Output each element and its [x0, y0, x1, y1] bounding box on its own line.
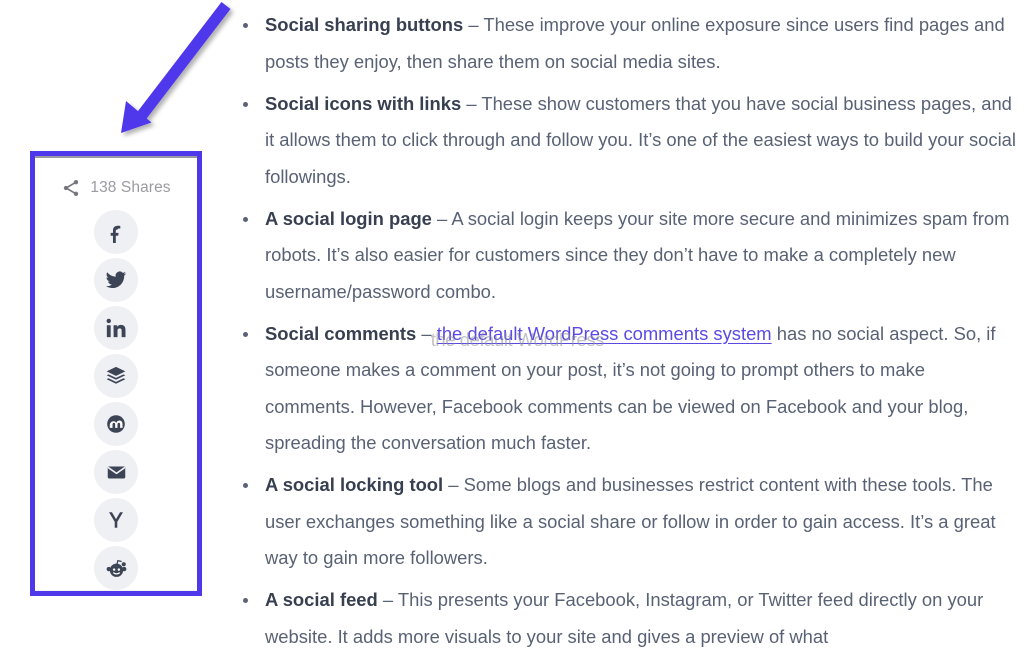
glitched-link-wrapper: the default WordPress the default WordPre… — [431, 323, 772, 350]
share-count-row: 138 Shares — [35, 158, 197, 205]
wordpress-comments-link[interactable]: the default WordPress comments system — [437, 323, 772, 344]
linkedin-icon — [106, 318, 126, 338]
bullet-term: Social comments — [265, 322, 417, 344]
callout-arrow — [121, 2, 231, 133]
buffer-layers-icon — [106, 366, 126, 384]
social-share-widget: 138 Shares — [30, 151, 202, 596]
list-item: A social locking tool – Some blogs and b… — [237, 467, 1017, 577]
bullet-dash: – — [443, 474, 464, 495]
bullet-dash: – — [461, 92, 482, 114]
share-nodes-icon — [64, 180, 79, 196]
hacker-news-y-icon — [109, 512, 123, 528]
twitter-bird-icon — [105, 271, 127, 289]
social-share-widget-body: 138 Shares — [35, 156, 197, 591]
arrow-shaft-and-head — [136, 2, 231, 120]
share-button-reddit[interactable] — [94, 546, 138, 590]
share-button-facebook[interactable] — [94, 210, 138, 254]
share-button-twitter[interactable] — [94, 258, 138, 302]
social-icon-list — [35, 210, 197, 590]
share-button-email[interactable] — [94, 450, 138, 494]
list-item: A social login page – A social login kee… — [237, 201, 1017, 311]
bullet-term: Social icons with links — [265, 92, 462, 114]
bullet-term: A social login page — [265, 207, 432, 229]
share-button-mix[interactable] — [94, 402, 138, 446]
mix-circle-icon — [107, 415, 125, 433]
list-item: Social sharing buttons – These improve y… — [237, 7, 1017, 80]
article-bullet-list: Social sharing buttons – These improve y… — [237, 0, 1017, 661]
bullet-term: Social sharing buttons — [265, 14, 464, 35]
list-item: A social feed – This presents your Faceb… — [237, 582, 1017, 655]
facebook-icon — [110, 225, 121, 243]
bullet-dash: – — [416, 322, 437, 344]
arrow-head — [121, 101, 152, 133]
reddit-icon — [106, 559, 126, 577]
bullet-dash: – — [377, 589, 398, 610]
bullet-term: A social locking tool — [265, 474, 444, 495]
bullet-term: A social feed — [265, 589, 378, 610]
list-item: Social comments – the default WordPress t… — [237, 316, 1017, 462]
bullet-dash: – — [431, 207, 452, 229]
bullet-dash: – — [463, 14, 484, 35]
share-count-label: 138 Shares — [90, 179, 171, 196]
share-button-buffer[interactable] — [94, 354, 138, 398]
share-button-hacker-news[interactable] — [94, 498, 138, 542]
share-button-linkedin[interactable] — [94, 306, 138, 350]
envelope-icon — [107, 466, 125, 478]
list-item: Social icons with links – These show cus… — [237, 86, 1017, 196]
